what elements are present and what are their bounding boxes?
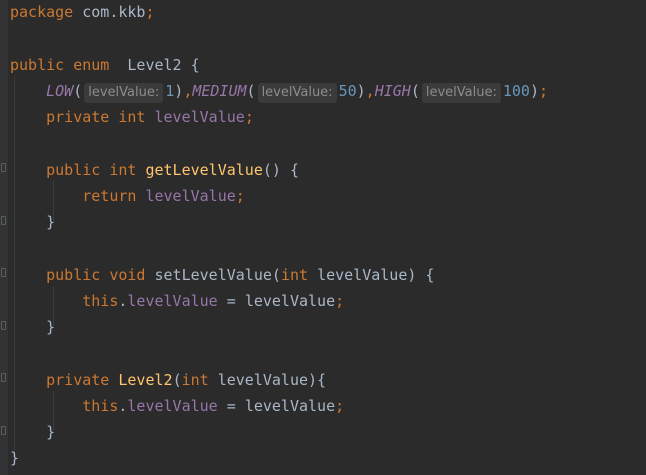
keyword: public xyxy=(46,160,101,179)
keyword: public xyxy=(46,265,101,284)
code-line: public enum Level2 { xyxy=(10,53,646,79)
code-line: public int getLevelValue() { xyxy=(10,158,646,184)
code-line: package com.kkb; xyxy=(10,0,646,26)
method-name: setLevelValue xyxy=(154,265,272,284)
punctuation: () { xyxy=(262,160,299,179)
code-editor[interactable]: package com.kkb; public enum Level2 { LO… xyxy=(0,0,646,475)
keyword: void xyxy=(109,265,146,284)
brace: } xyxy=(46,423,56,441)
code-line: } xyxy=(10,420,646,446)
keyword: int xyxy=(118,108,146,126)
parameter-hint: levelValue: xyxy=(257,82,337,103)
code-line: LOW(levelValue: 1),MEDIUM(levelValue: 50),… xyxy=(10,79,646,105)
keyword: int xyxy=(181,370,209,389)
code-line: } xyxy=(10,315,646,341)
keyword: public xyxy=(10,55,65,74)
number-literal: 1 xyxy=(165,81,175,100)
enum-constant: HIGH xyxy=(374,81,411,100)
semicolon: ; xyxy=(145,3,155,21)
field-name: levelValue xyxy=(127,291,218,310)
keyword: return xyxy=(82,186,137,205)
parameter-name: levelValue xyxy=(317,265,408,284)
fold-marker-icon[interactable] xyxy=(1,373,6,382)
keyword: package xyxy=(10,3,74,21)
enum-name: Level2 xyxy=(127,55,182,74)
code-line: } xyxy=(10,446,646,472)
code-line: return levelValue; xyxy=(82,186,245,205)
constructor-name: Level2 xyxy=(118,370,173,389)
field-name: levelValue xyxy=(145,186,236,205)
code-line: } xyxy=(10,210,646,236)
brace: { xyxy=(190,55,200,74)
keyword: private xyxy=(46,108,110,126)
brace: } xyxy=(10,449,20,468)
keyword: this xyxy=(82,396,119,415)
keyword: int xyxy=(109,160,137,179)
enum-constant: LOW xyxy=(46,81,74,100)
number-literal: 100 xyxy=(502,81,530,100)
parameter-name: levelValue xyxy=(244,396,336,415)
keyword: int xyxy=(280,265,309,284)
fold-marker-icon[interactable] xyxy=(1,321,6,330)
code-line: private int levelValue; xyxy=(46,108,254,126)
fold-marker-icon[interactable] xyxy=(1,268,6,277)
field-name: levelValue xyxy=(127,396,218,415)
parameter-name: levelValue xyxy=(217,370,309,389)
code-area[interactable]: package com.kkb; public enum Level2 { LO… xyxy=(10,0,646,473)
fold-marker-icon[interactable] xyxy=(1,216,6,225)
parameter-hint: levelValue: xyxy=(84,82,164,103)
fold-marker-icon[interactable] xyxy=(1,163,6,172)
method-name: getLevelValue xyxy=(145,160,263,179)
gutter xyxy=(0,0,8,475)
brace: } xyxy=(46,213,56,231)
enum-constant: MEDIUM xyxy=(192,81,247,100)
number-literal: 50 xyxy=(338,81,357,100)
fold-marker-icon[interactable] xyxy=(1,426,6,435)
punctuation: ) { xyxy=(407,265,435,284)
brace: } xyxy=(46,318,56,336)
code-line: this.levelValue = levelValue; xyxy=(82,291,345,310)
keyword: private xyxy=(46,370,110,389)
punctuation: ){ xyxy=(308,370,327,389)
code-line: private Level2(int levelValue){ xyxy=(46,370,327,389)
parameter-hint: levelValue: xyxy=(421,82,501,103)
keyword: enum xyxy=(73,55,110,74)
field-name: levelValue xyxy=(154,108,245,126)
keyword: this xyxy=(82,291,119,310)
code-line: this.levelValue = levelValue; xyxy=(82,396,345,415)
code-line: public void setLevelValue(int levelValue… xyxy=(46,265,435,284)
parameter-name: levelValue xyxy=(244,291,336,310)
package-name: com.kkb xyxy=(82,3,146,21)
